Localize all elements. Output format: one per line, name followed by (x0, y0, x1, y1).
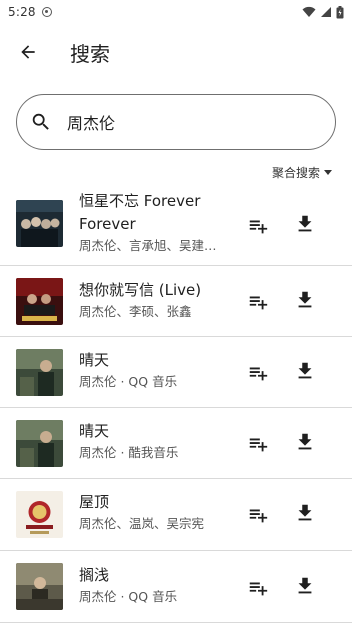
song-row[interactable]: 晴天 周杰伦 · 酷我音乐 (0, 408, 352, 479)
download-icon (298, 433, 312, 450)
playlist-add-icon (249, 438, 268, 452)
add-to-queue-button[interactable] (246, 576, 270, 600)
song-row[interactable]: 屋顶 周杰伦、温岚、吴宗宪 (0, 479, 352, 551)
song-meta: 恒星不忘 Forever Forever 周杰伦、言承旭、吴建豪、朱孝天 (79, 190, 229, 255)
song-artist: 周杰伦 · 酷我音乐 (79, 445, 179, 460)
add-to-queue-button[interactable] (246, 214, 270, 238)
album-cover (16, 278, 63, 325)
wifi-icon (302, 6, 316, 17)
song-artist: 周杰伦、言承旭、吴建豪、朱孝天 (79, 238, 227, 253)
dropdown-arrow-icon (324, 170, 332, 175)
download-button[interactable] (293, 574, 317, 598)
song-artist: 周杰伦 · QQ 音乐 (79, 589, 178, 604)
album-cover (16, 200, 63, 247)
add-to-queue-button[interactable] (246, 503, 270, 527)
signal-icon (321, 7, 331, 17)
song-title: 晴天 (79, 351, 110, 369)
playlist-add-icon (249, 296, 268, 310)
song-title: 搁浅 (79, 566, 110, 584)
search-input[interactable] (67, 112, 297, 132)
search-icon (29, 110, 53, 134)
song-artist: 周杰伦、李硕、张鑫 (79, 304, 192, 319)
add-to-queue-button[interactable] (246, 361, 270, 385)
song-row[interactable]: 晴天 周杰伦 · QQ 音乐 (0, 337, 352, 408)
song-row[interactable]: 搁浅 周杰伦 · QQ 音乐 (0, 551, 352, 623)
playlist-add-icon (249, 509, 268, 523)
search-field[interactable] (16, 94, 336, 150)
notification-icon (41, 7, 52, 17)
album-cover (16, 563, 63, 610)
playlist-add-icon (249, 367, 268, 381)
add-to-queue-button[interactable] (246, 290, 270, 314)
search-source-dropdown[interactable]: 聚合搜索 (272, 164, 332, 181)
add-to-queue-button[interactable] (246, 432, 270, 456)
album-cover (16, 420, 63, 467)
song-meta: 屋顶 周杰伦、温岚、吴宗宪 (79, 491, 229, 533)
playlist-add-icon (249, 582, 268, 596)
search-source-label: 聚合搜索 (271, 166, 320, 180)
app-bar: 搜索 (0, 24, 352, 80)
song-row[interactable]: 想你就写信 (Live) 周杰伦、李硕、张鑫 (0, 266, 352, 337)
download-icon (298, 362, 312, 379)
album-cover (16, 491, 63, 538)
download-icon (298, 291, 312, 308)
download-button[interactable] (293, 288, 317, 312)
song-meta: 晴天 周杰伦 · QQ 音乐 (79, 349, 229, 391)
download-icon (298, 504, 312, 521)
download-button[interactable] (293, 430, 317, 454)
download-icon (298, 215, 312, 232)
song-title: 晴天 (79, 422, 110, 440)
song-row[interactable]: 恒星不忘 Forever Forever 周杰伦、言承旭、吴建豪、朱孝天 (0, 186, 352, 266)
status-icons (302, 5, 344, 19)
page-title: 搜索 (70, 41, 110, 66)
song-meta: 搁浅 周杰伦 · QQ 音乐 (79, 564, 229, 606)
song-meta: 想你就写信 (Live) 周杰伦、李硕、张鑫 (79, 279, 229, 321)
song-meta: 晴天 周杰伦 · 酷我音乐 (79, 420, 229, 462)
arrow-back-icon (21, 45, 35, 59)
song-title: 想你就写信 (Live) (79, 281, 202, 299)
album-cover (16, 349, 63, 396)
song-title: 屋顶 (79, 493, 110, 511)
status-bar: 5:28 (0, 0, 352, 24)
download-button[interactable] (293, 212, 317, 236)
playlist-add-icon (249, 220, 268, 234)
back-button[interactable] (0, 24, 56, 80)
download-button[interactable] (293, 501, 317, 525)
download-button[interactable] (293, 359, 317, 383)
song-artist: 周杰伦 · QQ 音乐 (79, 374, 178, 389)
download-icon (298, 577, 312, 594)
song-artist: 周杰伦、温岚、吴宗宪 (79, 516, 205, 531)
song-title: 恒星不忘 Forever Forever (79, 192, 201, 233)
battery-icon (336, 5, 344, 18)
status-time: 5:28 (8, 5, 36, 19)
